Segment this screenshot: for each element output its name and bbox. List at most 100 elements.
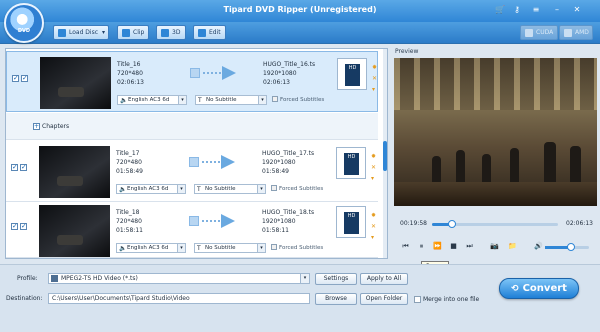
volume-slider[interactable]	[545, 243, 589, 251]
window-title: Tipard DVD Ripper (Unregistered)	[223, 5, 377, 14]
volume-knob[interactable]	[567, 243, 576, 251]
effect-icon[interactable]: ✸	[371, 151, 378, 162]
move-down-icon[interactable]: ▾	[371, 232, 378, 243]
app-window: Tipard DVD Ripper (Unregistered) 🛒 ⚷ ≡ –…	[0, 0, 600, 332]
merge-checkbox[interactable]	[414, 296, 421, 303]
row-checkbox[interactable]	[20, 163, 27, 171]
output-format-button[interactable]: HD	[336, 147, 366, 179]
video-thumbnail	[40, 57, 111, 109]
chapters-row[interactable]: + Chapters	[6, 113, 378, 140]
preview-label: Preview	[395, 48, 419, 55]
folder-icon[interactable]: 📁	[508, 242, 517, 251]
destination-input[interactable]: C:\Users\User\Documents\Tipard Studio\Vi…	[48, 293, 310, 304]
convert-button[interactable]: ⟲ Convert	[499, 278, 579, 299]
edit-button[interactable]: Edit	[193, 25, 226, 40]
open-folder-button[interactable]: Open Folder	[360, 293, 408, 305]
effect-icon[interactable]: ✸	[371, 210, 378, 221]
3d-button[interactable]: 3D	[156, 25, 186, 40]
output-format-button[interactable]: HD	[336, 206, 366, 238]
title-resolution: 720*480	[116, 218, 142, 225]
output-name[interactable]: HUGO_Title_18.ts	[262, 208, 314, 217]
menu-icon[interactable]: ≡	[530, 4, 542, 16]
subtitle-select[interactable]: T No Subtitle ▾	[195, 95, 267, 105]
subtitle-select[interactable]: T No Subtitle ▾	[194, 243, 266, 253]
snapshot-icon[interactable]: 📷	[490, 242, 499, 251]
row-expand-checkbox[interactable]	[11, 163, 18, 171]
load-disc-button[interactable]: Load Disc ▾	[53, 25, 109, 40]
minimize-button[interactable]: –	[551, 4, 563, 16]
forced-checkbox[interactable]	[271, 244, 277, 250]
title-duration: 02:06:13	[117, 79, 144, 86]
list-scrollbar[interactable]	[383, 49, 387, 258]
next-icon[interactable]: ⏭	[465, 242, 474, 251]
hd-format-icon: HD	[344, 153, 359, 175]
output-format-button[interactable]: HD	[337, 58, 367, 90]
output-resolution: 1920*1080	[262, 218, 296, 225]
row-expand-checkbox[interactable]	[12, 74, 19, 82]
title-row[interactable]: Title_18 720*480 01:58:11 HUGO_Title_18.…	[6, 200, 378, 258]
forced-subtitles-label: Forced Subtitles	[279, 245, 324, 251]
stop-icon[interactable]: ■	[449, 242, 458, 251]
effect-icon[interactable]: ✸	[372, 62, 379, 73]
row-expand-checkbox[interactable]	[11, 222, 18, 230]
audio-track-select[interactable]: 🔈 English AC3 6d ▾	[116, 243, 186, 253]
seek-knob[interactable]	[448, 220, 457, 228]
forced-subtitles-toggle[interactable]: Forced Subtitles	[272, 96, 324, 103]
subtitle-select[interactable]: T No Subtitle ▾	[194, 184, 266, 194]
forced-checkbox[interactable]	[271, 185, 277, 191]
output-info: HUGO_Title_16.ts 1920*1080 02:06:13	[263, 60, 315, 87]
previous-icon[interactable]: ⏮	[401, 242, 410, 251]
scrollbar-thumb[interactable]	[383, 141, 387, 171]
audio-track-select[interactable]: 🔈 English AC3 6d ▾	[117, 95, 187, 105]
delete-icon[interactable]: ✕	[372, 73, 379, 84]
forced-subtitles-toggle[interactable]: Forced Subtitles	[271, 185, 323, 192]
fast-forward-icon[interactable]: ⏩	[433, 242, 442, 251]
expand-chapters-icon[interactable]: +	[33, 123, 40, 130]
refresh-icon: ⟲	[511, 284, 519, 294]
pause-icon[interactable]: ⏸	[417, 242, 426, 251]
volume-icon[interactable]: 🔊	[534, 242, 543, 251]
key-icon[interactable]: ⚷	[511, 4, 523, 16]
seek-slider[interactable]	[432, 220, 558, 228]
settings-button[interactable]: Settings	[315, 273, 357, 285]
title-row[interactable]: Title_17 720*480 01:58:49 HUGO_Title_17.…	[6, 141, 378, 202]
clip-button[interactable]: Clip	[117, 25, 149, 40]
speaker-icon: 🔈	[119, 245, 127, 252]
chevron-down-icon[interactable]: ▾	[102, 26, 105, 39]
row-checkbox[interactable]	[20, 222, 27, 230]
forced-checkbox[interactable]	[272, 96, 278, 102]
delete-icon[interactable]: ✕	[371, 162, 378, 173]
disc-icon	[58, 29, 66, 37]
forced-subtitles-label: Forced Subtitles	[279, 186, 324, 192]
audio-track-value: English AC3 6d	[128, 97, 170, 103]
cuda-button[interactable]: CUDA	[520, 25, 558, 40]
row-checkbox[interactable]	[21, 74, 28, 82]
subtitle-value: No Subtitle	[205, 186, 236, 192]
audio-track-value: English AC3 6d	[127, 186, 169, 192]
gpu-icon	[525, 29, 533, 37]
title-row[interactable]: Title_16 720*480 02:06:13 HUGO_Title_16.…	[6, 51, 378, 112]
output-name[interactable]: HUGO_Title_17.ts	[262, 149, 314, 158]
move-down-icon[interactable]: ▾	[371, 173, 378, 184]
speaker-icon: 🔈	[119, 186, 127, 193]
profile-select[interactable]: MPEG2-TS HD Video (*.ts) ▾	[48, 273, 310, 284]
edit-label: Edit	[209, 29, 221, 36]
cart-icon[interactable]: 🛒	[494, 4, 506, 16]
source-info: Title_17 720*480 01:58:49	[116, 149, 143, 176]
convert-arrow-icon	[189, 214, 241, 228]
amd-button[interactable]: AMD	[559, 25, 593, 40]
chevron-down-icon: ▾	[300, 274, 309, 283]
chevron-down-icon: ▾	[257, 185, 265, 193]
delete-icon[interactable]: ✕	[371, 221, 378, 232]
close-button[interactable]: ✕	[571, 4, 583, 16]
hd-format-icon: HD	[345, 64, 360, 86]
apply-to-all-button[interactable]: Apply to All	[360, 273, 408, 285]
move-down-icon[interactable]: ▾	[372, 84, 379, 95]
forced-subtitles-toggle[interactable]: Forced Subtitles	[271, 244, 323, 251]
row-actions: ✸ ✕ ▾	[372, 62, 379, 95]
browse-button[interactable]: Browse	[315, 293, 357, 305]
title-duration: 01:58:49	[116, 168, 143, 175]
title-duration: 01:58:11	[116, 227, 143, 234]
output-name[interactable]: HUGO_Title_16.ts	[263, 60, 315, 69]
audio-track-select[interactable]: 🔈 English AC3 6d ▾	[116, 184, 186, 194]
